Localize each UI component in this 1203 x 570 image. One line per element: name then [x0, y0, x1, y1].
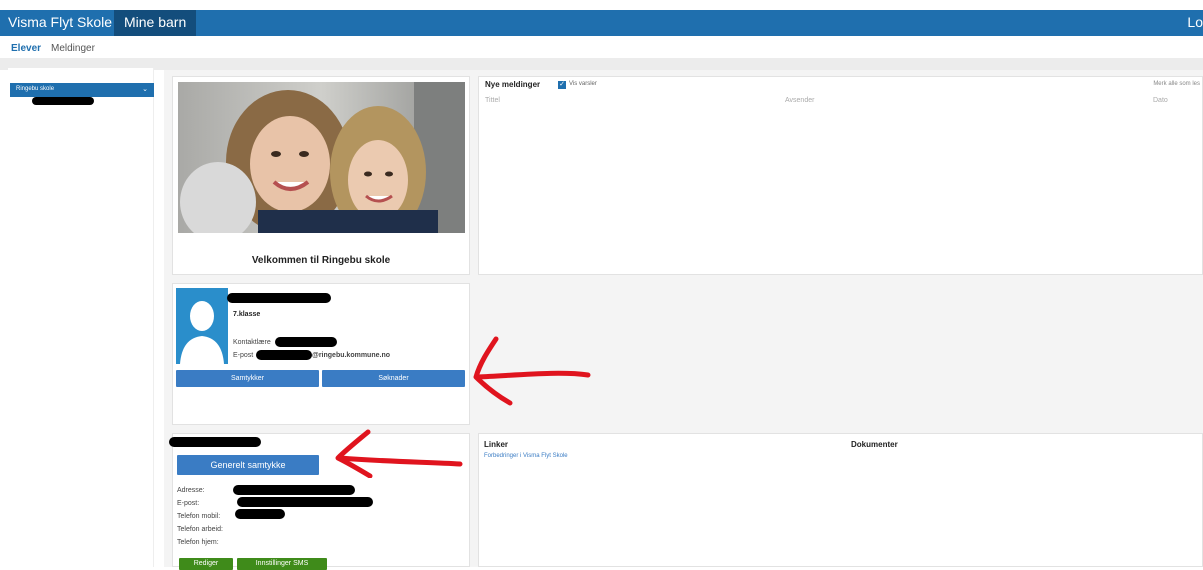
- mark-all-read-link[interactable]: Merk alle som les: [1153, 81, 1200, 87]
- nav-mine-barn[interactable]: Mine barn: [114, 10, 197, 36]
- column-header-date[interactable]: Dato: [1153, 97, 1168, 104]
- consents-button[interactable]: Samtykker: [176, 370, 319, 387]
- redacted-student-name: [227, 293, 331, 303]
- messages-heading: Nye meldinger: [485, 80, 541, 89]
- redacted-teacher-name: [275, 337, 337, 347]
- school-select-value: Ringebu skole: [16, 86, 55, 92]
- logout-link[interactable]: Lo: [1187, 14, 1203, 30]
- column-header-sender[interactable]: Avsender: [785, 97, 814, 104]
- messages-panel: Nye meldinger ✓ Vis varsler Merk alle so…: [478, 76, 1203, 275]
- links-heading: Linker: [484, 440, 509, 449]
- student-class: 7.klasse: [233, 311, 261, 318]
- redacted-mobile-phone: [235, 509, 285, 519]
- link-improvements[interactable]: Forbedringer i Visma Flyt Skole: [484, 453, 568, 459]
- sms-settings-button[interactable]: Innstillinger SMS: [237, 558, 327, 570]
- avatar: [176, 288, 228, 364]
- edit-button[interactable]: Rediger: [179, 558, 233, 570]
- tab-elever[interactable]: Elever: [11, 43, 41, 54]
- sub-navigation: Elever Meldinger: [0, 36, 1203, 58]
- redacted-guardian-name: [169, 437, 261, 447]
- redacted-address: [233, 485, 355, 495]
- show-alerts-checkbox[interactable]: ✓: [558, 81, 566, 89]
- documents-heading: Dokumenter: [851, 440, 898, 449]
- redacted-email: [256, 350, 312, 360]
- work-phone-label: Telefon arbeid:: [177, 526, 223, 533]
- chevron-down-icon: ⌄: [142, 86, 148, 93]
- guardian-panel: Generelt samtykke Adresse: E-post: Telef…: [169, 433, 470, 570]
- welcome-photo: [178, 82, 465, 233]
- email-label: E-post: [233, 352, 254, 359]
- app-brand[interactable]: Visma Flyt Skole: [8, 14, 112, 30]
- email-domain: @ringebu.kommune.no: [312, 352, 390, 359]
- column-header-title[interactable]: Tittel: [485, 97, 500, 104]
- general-consent-button[interactable]: Generelt samtykke: [177, 455, 319, 475]
- tab-meldinger[interactable]: Meldinger: [51, 43, 95, 54]
- redacted-student-name: [32, 97, 94, 105]
- top-navigation-bar: Visma Flyt Skole Mine barn Lo: [0, 10, 1203, 36]
- school-select[interactable]: Ringebu skole ⌄: [10, 83, 154, 97]
- email-label: E-post:: [177, 500, 200, 507]
- sidebar: Ringebu skole ⌄: [8, 68, 154, 567]
- home-phone-label: Telefon hjem:: [177, 539, 219, 546]
- student-panel: 7.klasse Kontaktlære E-post @ringebu.kom…: [172, 283, 470, 425]
- applications-button[interactable]: Søknader: [322, 370, 465, 387]
- contact-teacher-label: Kontaktlære: [233, 339, 271, 346]
- mobile-phone-label: Telefon mobil:: [177, 513, 221, 520]
- links-documents-panel: Linker Dokumenter Forbedringer i Visma F…: [478, 433, 1203, 567]
- welcome-panel: Velkommen til Ringebu skole: [172, 76, 470, 275]
- welcome-title: Velkommen til Ringebu skole: [251, 255, 391, 266]
- redacted-email: [237, 497, 373, 507]
- show-alerts-label: Vis varsler: [569, 81, 597, 87]
- address-label: Adresse:: [177, 487, 205, 494]
- divider-band: [0, 58, 1203, 70]
